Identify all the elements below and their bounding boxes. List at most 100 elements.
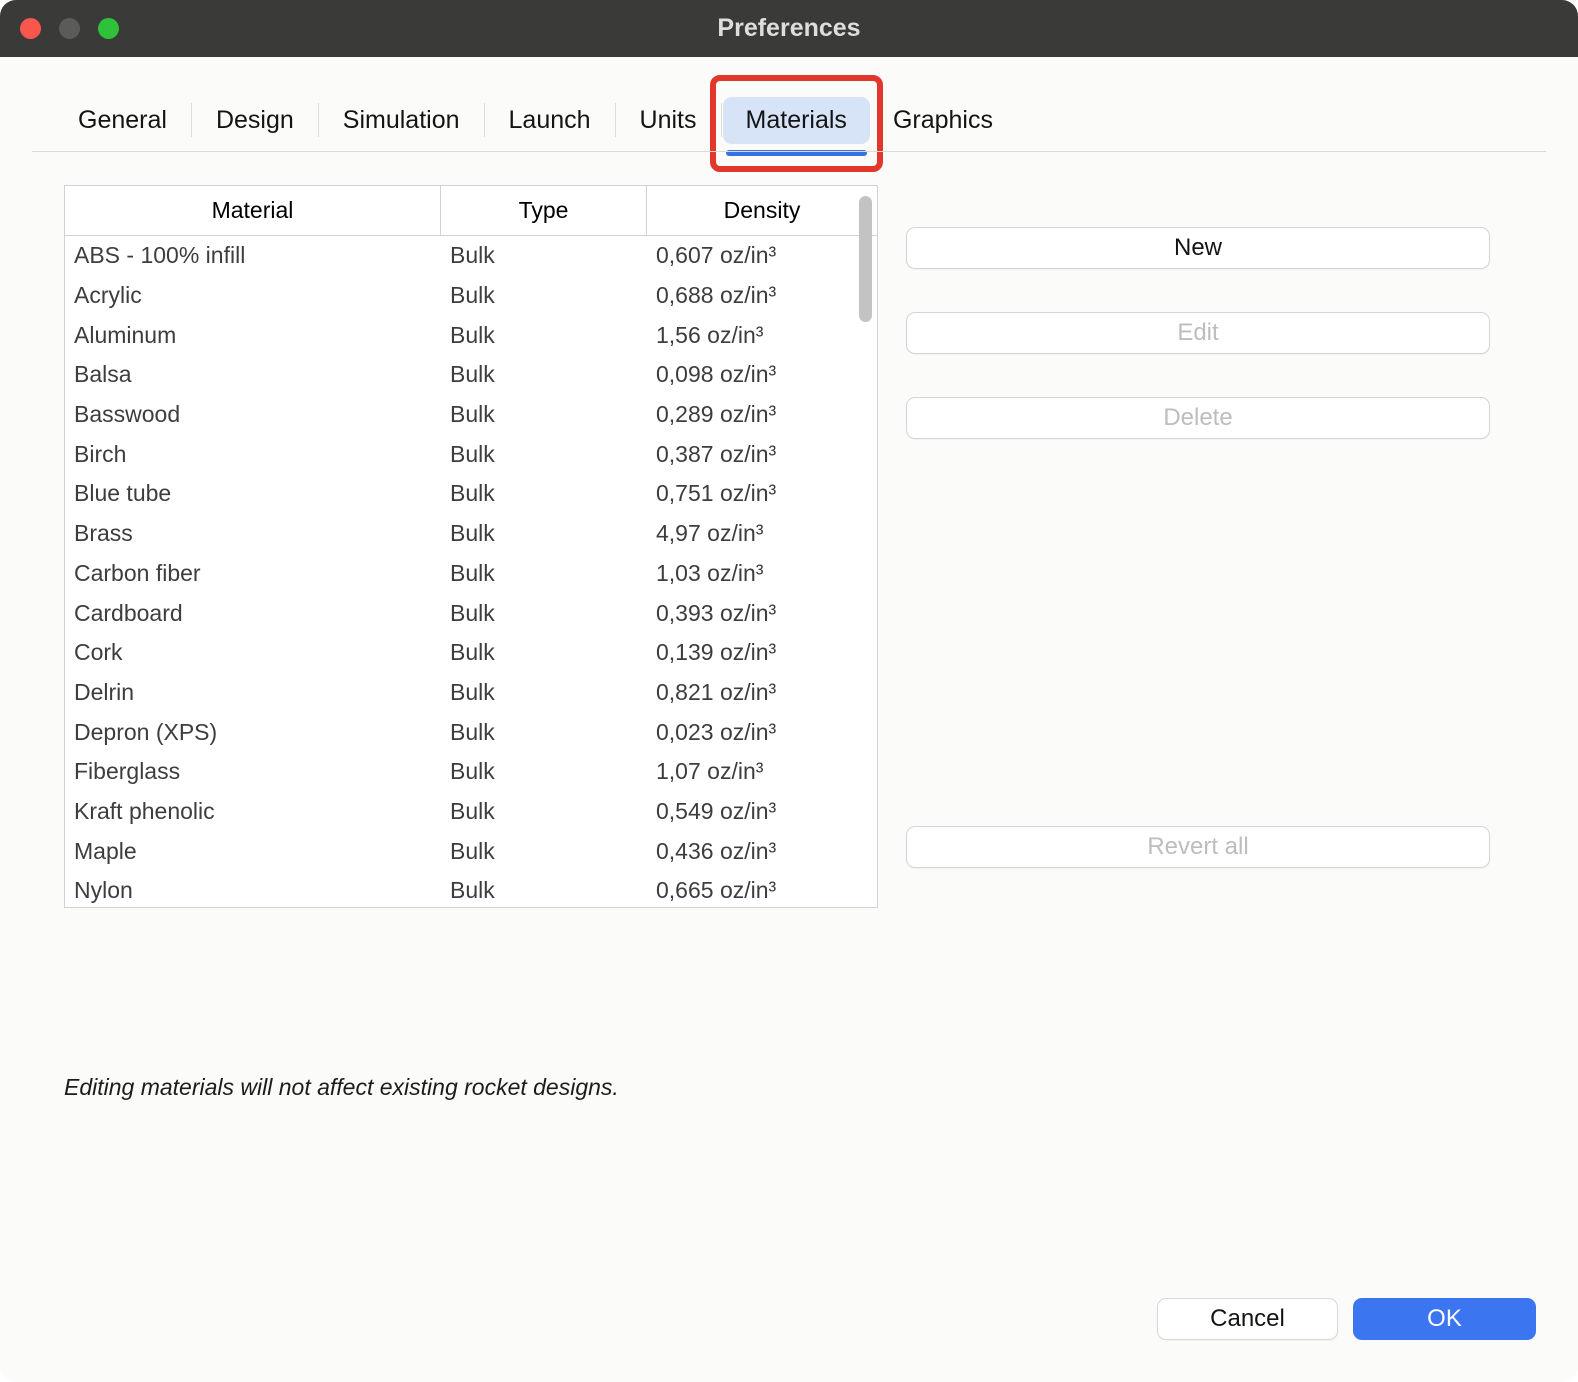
cell-density: 1,03 oz/in³ <box>647 560 877 587</box>
tab-units[interactable]: Units <box>617 97 720 144</box>
cell-density: 0,393 oz/in³ <box>647 600 877 627</box>
table-row[interactable]: Basswood Bulk 0,289 oz/in³ <box>65 395 877 435</box>
window-title: Preferences <box>717 14 860 43</box>
tab-simulation[interactable]: Simulation <box>320 97 483 144</box>
tab-separator <box>191 103 192 137</box>
table-row[interactable]: Fiberglass Bulk 1,07 oz/in³ <box>65 752 877 792</box>
cell-type: Bulk <box>441 600 647 627</box>
cell-material: Delrin <box>65 679 441 706</box>
table-row[interactable]: Acrylic Bulk 0,688 oz/in³ <box>65 276 877 316</box>
close-button[interactable] <box>20 18 41 39</box>
cell-density: 1,56 oz/in³ <box>647 322 877 349</box>
cell-density: 0,139 oz/in³ <box>647 639 877 666</box>
tab-separator <box>615 103 616 137</box>
cell-material: Basswood <box>65 401 441 428</box>
cell-material: Acrylic <box>65 282 441 309</box>
cell-density: 4,97 oz/in³ <box>647 520 877 547</box>
cell-density: 0,549 oz/in³ <box>647 798 877 825</box>
table-row[interactable]: Carbon fiber Bulk 1,03 oz/in³ <box>65 554 877 594</box>
column-header-material: Material <box>65 186 441 235</box>
tab-separator <box>484 103 485 137</box>
cell-material: ABS - 100% infill <box>65 242 441 269</box>
column-header-density: Density <box>647 186 877 235</box>
tab-launch[interactable]: Launch <box>486 97 614 144</box>
cell-type: Bulk <box>441 441 647 468</box>
cell-type: Bulk <box>441 877 647 904</box>
ok-button[interactable]: OK <box>1353 1298 1536 1340</box>
cell-material: Aluminum <box>65 322 441 349</box>
cell-density: 0,821 oz/in³ <box>647 679 877 706</box>
cell-density: 0,387 oz/in³ <box>647 441 877 468</box>
cell-density: 1,07 oz/in³ <box>647 758 877 785</box>
table-row[interactable]: Nylon Bulk 0,665 oz/in³ <box>65 871 877 908</box>
zoom-button[interactable] <box>98 18 119 39</box>
tab-bar-divider <box>32 151 1546 152</box>
cell-density: 0,289 oz/in³ <box>647 401 877 428</box>
table-row[interactable]: Maple Bulk 0,436 oz/in³ <box>65 831 877 871</box>
cell-type: Bulk <box>441 560 647 587</box>
cell-material: Brass <box>65 520 441 547</box>
cell-type: Bulk <box>441 719 647 746</box>
cell-material: Maple <box>65 838 441 865</box>
minimize-button[interactable] <box>59 18 80 39</box>
cell-material: Birch <box>65 441 441 468</box>
tab-separator <box>721 103 722 137</box>
cell-density: 0,098 oz/in³ <box>647 361 877 388</box>
cell-density: 0,665 oz/in³ <box>647 877 877 904</box>
tab-bar: General Design Simulation Launch Units M… <box>55 96 1016 144</box>
cell-type: Bulk <box>441 758 647 785</box>
cell-material: Blue tube <box>65 480 441 507</box>
titlebar: Preferences <box>0 0 1578 57</box>
tab-materials-label: Materials <box>746 106 847 134</box>
tab-materials[interactable]: Materials <box>723 97 870 144</box>
table-header-row: Material Type Density <box>65 186 877 236</box>
cell-material: Cork <box>65 639 441 666</box>
cell-type: Bulk <box>441 679 647 706</box>
table-row[interactable]: ABS - 100% infill Bulk 0,607 oz/in³ <box>65 236 877 276</box>
editing-note: Editing materials will not affect existi… <box>64 1074 619 1101</box>
cell-type: Bulk <box>441 361 647 388</box>
column-header-type: Type <box>441 186 647 235</box>
cell-material: Kraft phenolic <box>65 798 441 825</box>
cell-type: Bulk <box>441 282 647 309</box>
table-row[interactable]: Depron (XPS) Bulk 0,023 oz/in³ <box>65 712 877 752</box>
cell-density: 0,688 oz/in³ <box>647 282 877 309</box>
preferences-window: Preferences General Design Simulation La… <box>0 0 1578 1382</box>
cell-material: Depron (XPS) <box>65 719 441 746</box>
cell-material: Nylon <box>65 877 441 904</box>
traffic-lights <box>20 0 119 57</box>
table-row[interactable]: Kraft phenolic Bulk 0,549 oz/in³ <box>65 792 877 832</box>
table-row[interactable]: Cardboard Bulk 0,393 oz/in³ <box>65 593 877 633</box>
cell-density: 0,023 oz/in³ <box>647 719 877 746</box>
edit-button[interactable]: Edit <box>906 312 1490 354</box>
table-row[interactable]: Birch Bulk 0,387 oz/in³ <box>65 434 877 474</box>
vertical-scrollbar-thumb[interactable] <box>859 196 872 322</box>
table-row[interactable]: Aluminum Bulk 1,56 oz/in³ <box>65 315 877 355</box>
cell-type: Bulk <box>441 639 647 666</box>
cell-density: 0,751 oz/in³ <box>647 480 877 507</box>
cancel-button[interactable]: Cancel <box>1157 1298 1338 1340</box>
delete-button[interactable]: Delete <box>906 397 1490 439</box>
cell-material: Cardboard <box>65 600 441 627</box>
revert-all-button[interactable]: Revert all <box>906 826 1490 868</box>
cell-type: Bulk <box>441 798 647 825</box>
cell-type: Bulk <box>441 838 647 865</box>
tab-design[interactable]: Design <box>193 97 317 144</box>
table-row[interactable]: Blue tube Bulk 0,751 oz/in³ <box>65 474 877 514</box>
table-row[interactable]: Brass Bulk 4,97 oz/in³ <box>65 514 877 554</box>
table-row[interactable]: Balsa Bulk 0,098 oz/in³ <box>65 355 877 395</box>
cell-density: 0,607 oz/in³ <box>647 242 877 269</box>
new-button[interactable]: New <box>906 227 1490 269</box>
materials-table-body: ABS - 100% infill Bulk 0,607 oz/in³ Acry… <box>65 236 877 908</box>
materials-table: Material Type Density ABS - 100% infill … <box>64 185 878 908</box>
cell-material: Balsa <box>65 361 441 388</box>
tab-general[interactable]: General <box>55 97 190 144</box>
cell-type: Bulk <box>441 480 647 507</box>
table-row[interactable]: Cork Bulk 0,139 oz/in³ <box>65 633 877 673</box>
tab-graphics[interactable]: Graphics <box>870 97 1016 144</box>
cell-type: Bulk <box>441 401 647 428</box>
cell-type: Bulk <box>441 520 647 547</box>
cell-material: Fiberglass <box>65 758 441 785</box>
cell-material: Carbon fiber <box>65 560 441 587</box>
table-row[interactable]: Delrin Bulk 0,821 oz/in³ <box>65 673 877 713</box>
